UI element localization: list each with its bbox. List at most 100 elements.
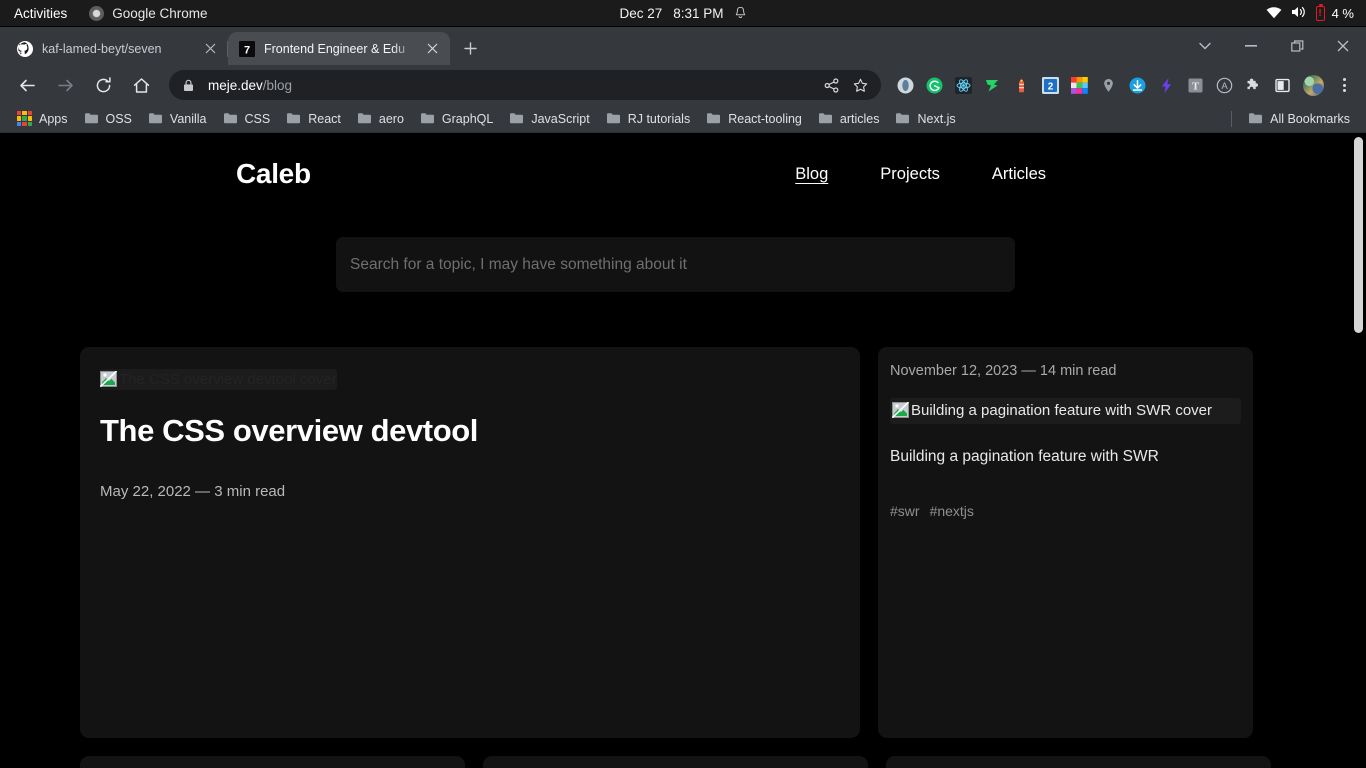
- bookmark-react[interactable]: React: [278, 109, 349, 129]
- nav-link-projects[interactable]: Projects: [880, 165, 940, 184]
- tab-search-icon[interactable]: [1182, 27, 1228, 65]
- bookmarks-divider: [1231, 111, 1232, 127]
- search-box[interactable]: [336, 237, 1015, 292]
- active-app-label: Google Chrome: [112, 6, 207, 21]
- page-scrollbar-thumb[interactable]: [1354, 137, 1363, 333]
- new-tab-button[interactable]: [456, 34, 484, 62]
- side-post-meta: November 12, 2023 — 14 min read: [890, 363, 1241, 379]
- search-input[interactable]: [350, 237, 1001, 292]
- profile-button[interactable]: [1298, 70, 1328, 100]
- post-card-stub[interactable]: [483, 756, 868, 768]
- url-domain: meje.dev: [208, 78, 263, 93]
- bookmark-oss[interactable]: OSS: [76, 109, 140, 129]
- seven-icon: 7: [239, 41, 255, 57]
- bookmarks-bar: Apps OSS Vanilla CSS React aero GraphQL: [0, 105, 1366, 133]
- battery-indicator: ! 4 %: [1316, 6, 1354, 21]
- apps-grid-icon: [17, 111, 32, 126]
- bookmark-javascript[interactable]: JavaScript: [501, 109, 597, 129]
- tab-strip: kaf-lamed-beyt/seven 7 Frontend Engineer…: [0, 27, 1366, 65]
- site-nav: Blog Projects Articles: [795, 165, 1046, 184]
- close-icon[interactable]: [1320, 27, 1366, 65]
- volume-icon: [1291, 5, 1307, 22]
- nav-link-blog[interactable]: Blog: [795, 165, 828, 184]
- broken-image-icon: [100, 371, 117, 387]
- bookmark-nextjs[interactable]: Next.js: [887, 109, 963, 129]
- browser-tab-1[interactable]: kaf-lamed-beyt/seven: [6, 32, 228, 65]
- browser-tab-2[interactable]: 7 Frontend Engineer & Edu: [228, 32, 450, 65]
- bookmark-react-tooling[interactable]: React-tooling: [698, 109, 810, 129]
- bookmark-label: OSS: [106, 112, 132, 126]
- featured-post-title[interactable]: The CSS overview devtool: [100, 413, 840, 449]
- all-bookmarks-label: All Bookmarks: [1270, 112, 1350, 126]
- os-date: Dec 27: [619, 6, 662, 21]
- star-icon[interactable]: [847, 72, 873, 98]
- tag-nextjs[interactable]: #nextjs: [930, 503, 974, 519]
- forward-icon[interactable]: [49, 69, 81, 101]
- bookmark-vanilla[interactable]: Vanilla: [140, 109, 215, 129]
- opera-ring-extension[interactable]: [891, 71, 919, 99]
- page-scrollbar[interactable]: [1351, 133, 1366, 768]
- location-pin-extension[interactable]: [1094, 71, 1122, 99]
- bookmark-label: Vanilla: [170, 112, 207, 126]
- blog-page: Caleb Blog Projects Articles: [0, 133, 1351, 768]
- circled-a-extension[interactable]: A: [1210, 71, 1238, 99]
- post-card-stub[interactable]: [80, 756, 465, 768]
- site-header: Caleb Blog Projects Articles: [0, 133, 1351, 197]
- two-badge-extension[interactable]: 2: [1036, 71, 1064, 99]
- three-dots-icon[interactable]: [1330, 70, 1358, 100]
- svg-text:T: T: [1191, 80, 1199, 92]
- folder-icon: [509, 112, 524, 125]
- tag-swr[interactable]: #swr: [890, 503, 920, 519]
- bookmark-aero[interactable]: aero: [349, 109, 412, 129]
- nav-link-articles[interactable]: Articles: [992, 165, 1046, 184]
- tab-close-icon[interactable]: [202, 40, 219, 57]
- back-icon[interactable]: [11, 69, 43, 101]
- minimize-icon[interactable]: [1228, 27, 1274, 65]
- side-cover-broken-image: Building a pagination feature with SWR c…: [890, 398, 1241, 424]
- os-status-area[interactable]: ! 4 %: [1266, 0, 1354, 27]
- bookmark-label: GraphQL: [442, 112, 493, 126]
- chrome-window: kaf-lamed-beyt/seven 7 Frontend Engineer…: [0, 27, 1366, 768]
- share-icon[interactable]: [818, 72, 844, 98]
- url-path: /blog: [263, 78, 292, 93]
- typography-extension[interactable]: T: [1181, 71, 1209, 99]
- bell-icon: [735, 6, 747, 20]
- bookmark-articles[interactable]: articles: [810, 109, 888, 129]
- window-controls: [1182, 27, 1366, 65]
- folder-icon: [286, 112, 301, 125]
- maximize-icon[interactable]: [1274, 27, 1320, 65]
- featured-post-card[interactable]: The CSS overview devtool cover The CSS o…: [80, 347, 860, 738]
- activities-button[interactable]: Activities: [14, 6, 67, 21]
- lightning-extension[interactable]: [1152, 71, 1180, 99]
- os-clock-area[interactable]: Dec 27 8:31 PM: [619, 6, 746, 21]
- side-cover-alt-text: Building a pagination feature with SWR c…: [911, 400, 1212, 421]
- puzzle-icon[interactable]: [1239, 71, 1267, 99]
- hoppscotch-extension[interactable]: [978, 71, 1006, 99]
- bookmark-graphql[interactable]: GraphQL: [412, 109, 501, 129]
- side-post-tags: #swr #nextjs: [890, 503, 1241, 519]
- site-brand[interactable]: Caleb: [236, 158, 311, 190]
- bookmark-css[interactable]: CSS: [215, 109, 279, 129]
- featured-cover-broken-image: The CSS overview devtool cover: [100, 369, 337, 390]
- active-app-indicator[interactable]: Google Chrome: [89, 6, 207, 21]
- bookmark-apps[interactable]: Apps: [9, 108, 76, 129]
- folder-icon: [357, 112, 372, 125]
- address-bar[interactable]: meje.dev/blog: [169, 70, 881, 100]
- tab-close-icon[interactable]: [424, 40, 441, 57]
- react-devtools-extension[interactable]: [949, 71, 977, 99]
- reload-icon[interactable]: [87, 69, 119, 101]
- svg-text:7: 7: [244, 44, 250, 56]
- folder-icon: [895, 112, 910, 125]
- side-panel-icon[interactable]: [1268, 71, 1296, 99]
- download-extension[interactable]: [1123, 71, 1151, 99]
- post-card-stub[interactable]: [886, 756, 1271, 768]
- colorzilla-extension[interactable]: [1065, 71, 1093, 99]
- all-bookmarks-button[interactable]: All Bookmarks: [1240, 109, 1358, 129]
- side-post-card[interactable]: November 12, 2023 — 14 min read Building…: [878, 347, 1253, 738]
- url-text: meje.dev/blog: [208, 78, 818, 93]
- lighthouse-extension[interactable]: [1007, 71, 1035, 99]
- home-icon[interactable]: [125, 69, 157, 101]
- bookmark-rj-tutorials[interactable]: RJ tutorials: [598, 109, 699, 129]
- grammarly-extension[interactable]: [920, 71, 948, 99]
- side-post-title[interactable]: Building a pagination feature with SWR: [890, 448, 1241, 466]
